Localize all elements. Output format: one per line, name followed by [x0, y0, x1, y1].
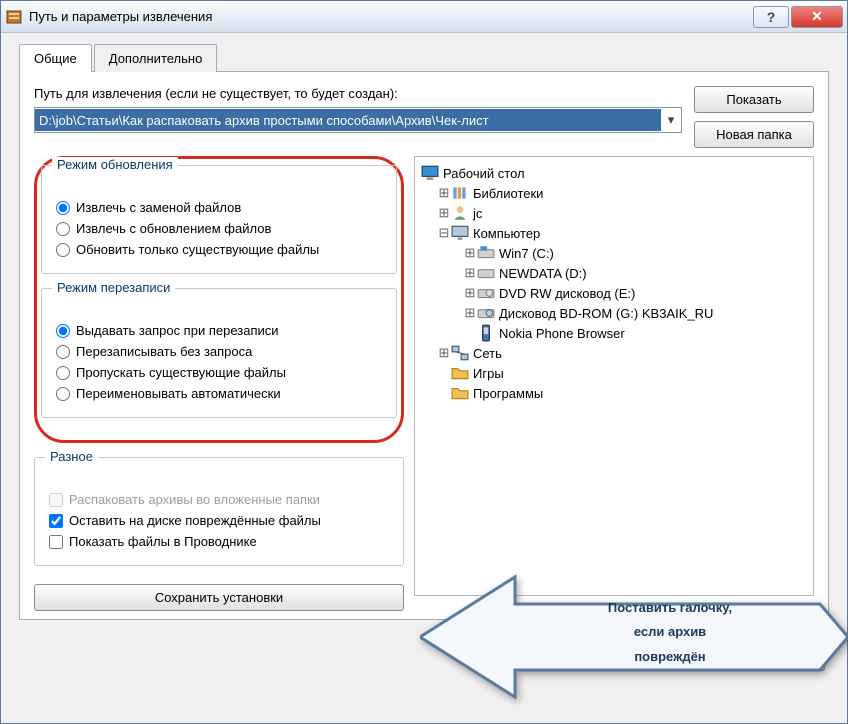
- check-extract-nested: Распаковать архивы во вложенные папки: [49, 492, 393, 507]
- radio-ask-overwrite[interactable]: Выдавать запрос при перезаписи: [56, 323, 386, 338]
- group-title-update: Режим обновления: [52, 157, 178, 172]
- library-icon: [451, 185, 469, 201]
- close-button[interactable]: ✕: [791, 6, 843, 28]
- highlighted-region: Режим обновления Извлечь с заменой файло…: [34, 156, 404, 443]
- dialog-window: Путь и параметры извлечения ? ✕ Общие До…: [0, 0, 848, 724]
- expand-icon[interactable]: ⊞: [463, 306, 477, 321]
- cancel-button[interactable]: Отмена: [629, 644, 721, 671]
- radio-update-existing[interactable]: Обновить только существующие файлы: [56, 242, 386, 257]
- tree-win7[interactable]: ⊞Win7 (C:): [419, 243, 809, 263]
- tab-general[interactable]: Общие: [19, 44, 92, 72]
- app-icon: [5, 8, 23, 26]
- tab-panel: Путь для извлечения (если не существует,…: [19, 71, 829, 620]
- group-update-mode: Режим обновления Извлечь с заменой файло…: [41, 165, 397, 274]
- new-folder-button[interactable]: Новая папка: [694, 121, 814, 148]
- expand-icon[interactable]: ⊞: [463, 286, 477, 301]
- group-misc: Разное Распаковать архивы во вложенные п…: [34, 457, 404, 566]
- help-dialog-button[interactable]: Справка: [733, 644, 825, 671]
- tree-network[interactable]: ⊞Сеть: [419, 343, 809, 363]
- tree-computer[interactable]: ⊟Компьютер: [419, 223, 809, 243]
- ok-button[interactable]: OK: [525, 644, 617, 671]
- tree-programs[interactable]: Программы: [419, 383, 809, 403]
- dvd-icon: [477, 285, 495, 301]
- dialog-footer: OK Отмена Справка: [1, 630, 847, 683]
- user-icon: [451, 205, 469, 221]
- drive-icon: [477, 265, 495, 281]
- check-keep-broken[interactable]: Оставить на диске повреждённые файлы: [49, 513, 393, 528]
- radio-rename-auto[interactable]: Переименовывать автоматически: [56, 386, 386, 401]
- titlebar: Путь и параметры извлечения ? ✕: [1, 1, 847, 33]
- path-combobox[interactable]: ▾: [34, 107, 682, 133]
- group-overwrite-mode: Режим перезаписи Выдавать запрос при пер…: [41, 288, 397, 418]
- tree-bd[interactable]: ⊞Дисковод BD-ROM (G:) KB3AIK_RU: [419, 303, 809, 323]
- window-title: Путь и параметры извлечения: [29, 9, 753, 24]
- expand-icon[interactable]: ⊞: [437, 206, 451, 221]
- expand-icon[interactable]: ⊞: [437, 186, 451, 201]
- tree-nokia[interactable]: Nokia Phone Browser: [419, 323, 809, 343]
- folder-icon: [451, 365, 469, 381]
- tab-advanced[interactable]: Дополнительно: [94, 44, 218, 72]
- folder-tree[interactable]: Рабочий стол ⊞Библиотеки ⊞jc ⊟Компьютер …: [414, 156, 814, 596]
- radio-skip-existing[interactable]: Пропускать существующие файлы: [56, 365, 386, 380]
- tree-newdata[interactable]: ⊞NEWDATA (D:): [419, 263, 809, 283]
- show-button[interactable]: Показать: [694, 86, 814, 113]
- computer-icon: [451, 225, 469, 241]
- expand-icon[interactable]: ⊞: [463, 246, 477, 261]
- phone-icon: [477, 325, 495, 341]
- path-input[interactable]: [35, 109, 661, 131]
- bd-icon: [477, 305, 495, 321]
- tree-jc[interactable]: ⊞jc: [419, 203, 809, 223]
- drive-icon: [477, 245, 495, 261]
- group-title-misc: Разное: [45, 449, 98, 464]
- collapse-icon[interactable]: ⊟: [437, 226, 451, 241]
- tree-games[interactable]: Игры: [419, 363, 809, 383]
- desktop-icon: [421, 165, 439, 181]
- folder-icon: [451, 385, 469, 401]
- radio-overwrite-no-ask[interactable]: Перезаписывать без запроса: [56, 344, 386, 359]
- tree-dvd[interactable]: ⊞DVD RW дисковод (E:): [419, 283, 809, 303]
- tree-desktop[interactable]: Рабочий стол: [419, 163, 809, 183]
- network-icon: [451, 345, 469, 361]
- tree-libraries[interactable]: ⊞Библиотеки: [419, 183, 809, 203]
- radio-extract-replace[interactable]: Извлечь с заменой файлов: [56, 200, 386, 215]
- radio-extract-update[interactable]: Извлечь с обновлением файлов: [56, 221, 386, 236]
- tabs: Общие Дополнительно: [19, 44, 829, 72]
- group-title-overwrite: Режим перезаписи: [52, 280, 175, 295]
- path-label: Путь для извлечения (если не существует,…: [34, 86, 682, 101]
- save-settings-button[interactable]: Сохранить установки: [34, 584, 404, 611]
- check-show-explorer[interactable]: Показать файлы в Проводнике: [49, 534, 393, 549]
- help-button[interactable]: ?: [753, 6, 789, 28]
- expand-icon[interactable]: ⊞: [463, 266, 477, 281]
- expand-icon[interactable]: ⊞: [437, 346, 451, 361]
- dropdown-arrow-icon[interactable]: ▾: [661, 112, 681, 128]
